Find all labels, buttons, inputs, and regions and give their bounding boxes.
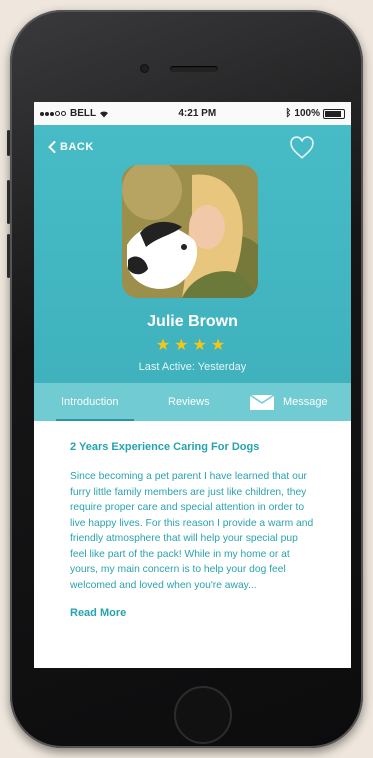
introduction-panel: 2 Years Experience Caring For Dogs Since… (34, 421, 351, 621)
home-button[interactable] (174, 686, 232, 744)
carrier-area: BELL (40, 108, 109, 119)
signal-icon (40, 108, 67, 119)
battery-area: ᛒ 100% (285, 108, 345, 119)
clock: 4:21 PM (178, 108, 217, 119)
tab-bar: Introduction Reviews Message (34, 383, 351, 421)
profile-photo-image (122, 165, 258, 298)
back-button[interactable]: BACK (48, 141, 94, 153)
battery-icon (322, 108, 345, 119)
heart-icon[interactable] (289, 135, 315, 161)
tab-introduction-label: Introduction (61, 396, 119, 408)
rating-stars: ★★★★ (155, 337, 230, 354)
carrier-label: BELL (70, 108, 97, 119)
active-tab-indicator (56, 419, 134, 421)
tab-introduction[interactable]: Introduction (61, 383, 118, 421)
mute-switch (7, 130, 10, 156)
profile-header: BACK Julie Brown ★★★★ Last Active: Yeste… (34, 125, 351, 383)
last-active-text: Last Active: Yesterday (138, 361, 247, 373)
introduction-text: Since becoming a pet parent I have learn… (70, 471, 314, 591)
bluetooth-icon: ᛒ (285, 108, 292, 119)
status-bar: BELL 4:21 PM ᛒ 100% (34, 102, 351, 125)
front-camera (140, 64, 149, 73)
battery-percent: 100% (294, 108, 320, 119)
tab-message-label: Message (283, 396, 328, 408)
tab-reviews[interactable]: Reviews (168, 383, 210, 421)
volume-down-button (7, 234, 10, 278)
profile-name: Julie Brown (147, 313, 238, 330)
read-more-link[interactable]: Read More (70, 607, 126, 619)
volume-up-button (7, 180, 10, 224)
envelope-icon (250, 394, 274, 410)
tab-message[interactable]: Message (250, 383, 328, 421)
back-label: BACK (60, 141, 94, 153)
app-screen: BELL 4:21 PM ᛒ 100% BACK Julie Brown ★★★… (34, 102, 351, 668)
profile-photo (122, 165, 258, 298)
tab-reviews-label: Reviews (168, 396, 210, 408)
wifi-icon (100, 110, 109, 117)
experience-heading: 2 Years Experience Caring For Dogs (70, 441, 260, 453)
chevron-left-icon (48, 141, 56, 153)
earpiece-speaker (170, 66, 218, 72)
